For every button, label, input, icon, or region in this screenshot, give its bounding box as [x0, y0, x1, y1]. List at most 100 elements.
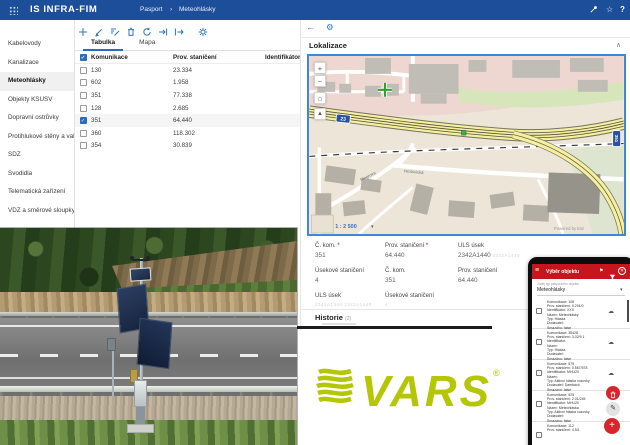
view-tabs: Tabulka Mapa — [75, 36, 300, 51]
sidebar-item[interactable]: Objekty KSUSV — [0, 91, 74, 110]
back-icon[interactable]: ← — [306, 22, 315, 32]
tab-tabulka[interactable]: Tabulka — [83, 36, 123, 51]
item-checkbox[interactable] — [536, 308, 542, 314]
item-checkbox[interactable] — [536, 401, 542, 407]
field-value[interactable]: 64.440 — [385, 252, 460, 259]
gravel-strip — [0, 396, 297, 422]
row-checkbox-checked[interactable]: ✓ — [80, 117, 87, 124]
breadcrumb-meteohlasky[interactable]: Meteohlásky — [179, 6, 216, 13]
pin-icon[interactable] — [589, 5, 598, 17]
sync-cloud-icon[interactable]: ☁ — [608, 370, 614, 377]
export-arrow-icon[interactable] — [158, 24, 168, 34]
field-c-kom-2: Č. kom. 351 — [385, 268, 460, 284]
field-value[interactable]: 4 — [315, 277, 390, 284]
cell-staniceni: 77.338 — [173, 92, 265, 99]
tab-mapa[interactable]: Mapa — [131, 36, 163, 51]
close-icon[interactable]: ✕ — [618, 267, 626, 275]
table-row[interactable]: 360118.302 — [75, 127, 300, 140]
pasport-sidebar: Kabelovody Kanalizace Meteohlásky Objekt… — [0, 20, 75, 230]
mobile-app-overlay: ≡ Výběr objektu ⚑ ✕ Zadej typ pasportníh… — [528, 257, 630, 445]
table-row[interactable]: 13023.334 — [75, 64, 300, 77]
sidebar-item[interactable]: Kabelovody — [0, 35, 74, 54]
breadcrumb-pasport[interactable]: Pasport — [140, 6, 162, 13]
station-marker[interactable] — [462, 131, 466, 135]
filter-icon[interactable] — [609, 268, 616, 286]
extend-arrow-icon[interactable] — [174, 24, 184, 34]
field-value[interactable]: 351 — [385, 277, 460, 284]
column-prov-staniceni[interactable]: Prov. staničení — [173, 54, 265, 61]
app-launcher-waffle-icon[interactable] — [9, 6, 18, 15]
row-checkbox[interactable] — [80, 105, 87, 112]
solar-panel-lower — [136, 318, 172, 369]
delete-icon[interactable] — [126, 24, 136, 34]
sidebar-item[interactable]: SDZ — [0, 146, 74, 165]
column-identifikator[interactable]: Identifikátor — [265, 54, 300, 61]
select-all-checkbox[interactable]: ✓ — [80, 54, 87, 61]
phone-list-item[interactable]: Komunikace: 35428Prov. staničení: 3.02/9… — [532, 329, 630, 360]
item-checkbox[interactable] — [536, 432, 542, 438]
sidebar-item[interactable]: Svodidla — [0, 165, 74, 184]
field-value[interactable]: 64.440 — [458, 277, 533, 284]
row-checkbox[interactable] — [80, 92, 87, 99]
sidebar-item[interactable]: Telematická zařízení — [0, 183, 74, 202]
help-icon[interactable]: ? — [620, 5, 625, 15]
zoom-in-button[interactable]: + — [314, 62, 326, 74]
edge-line-bottom — [0, 377, 297, 379]
add-icon[interactable] — [78, 24, 88, 34]
cell-staniceni: 118.302 — [173, 130, 265, 137]
map-widget[interactable]: 23 351 Riegrova Hrotovická 1 : 2 500 ▾ P… — [307, 54, 626, 236]
scrollbar[interactable] — [627, 300, 629, 322]
map-canvas[interactable]: 23 351 Riegrova Hrotovická 1 : 2 500 ▾ P… — [309, 56, 624, 234]
dropdown-caret-icon[interactable]: ▾ — [620, 287, 623, 293]
row-checkbox[interactable] — [80, 67, 87, 74]
table-row[interactable]: 1282.685 — [75, 102, 300, 115]
favorite-star-icon[interactable]: ☆ — [606, 5, 613, 15]
table-row[interactable]: 35430.839 — [75, 140, 300, 153]
pole-base — [136, 407, 145, 425]
sidebar-item[interactable]: VDZ a směrové sloupky — [0, 202, 74, 221]
phone-list-item[interactable]: Komunikace: 108Prov. staničení: 0.291/0I… — [532, 298, 630, 329]
cell-komunikace: 602 — [91, 79, 173, 86]
settings-gear-icon[interactable] — [198, 24, 208, 34]
field-value[interactable]: 2342A1440 — [458, 252, 491, 259]
sync-cloud-icon[interactable]: ☁ — [608, 339, 614, 346]
compass-button[interactable]: ▲ — [314, 108, 326, 120]
table-row[interactable]: 6021.958 — [75, 77, 300, 90]
object-type-select[interactable]: Meteohlásky — [537, 287, 565, 293]
cell-komunikace: 351 — [91, 92, 173, 99]
small-sign — [107, 338, 116, 351]
home-extent-button[interactable]: ⌂ — [314, 92, 326, 104]
history-section-title[interactable]: Historie (2) — [315, 313, 351, 322]
column-komunikace[interactable]: Komunikace — [91, 54, 173, 61]
road-shield-23: 23 — [336, 114, 351, 123]
sidebar-item[interactable]: Dopravní ostrůvky — [0, 109, 74, 128]
zoom-out-button[interactable]: − — [314, 75, 326, 87]
row-checkbox[interactable] — [80, 79, 87, 86]
row-checkbox[interactable] — [80, 142, 87, 149]
sync-cloud-icon[interactable]: ☁ — [608, 308, 614, 315]
panel-settings-gear-icon[interactable]: ⚙ — [326, 22, 334, 32]
bulk-edit-icon[interactable] — [110, 24, 120, 34]
refresh-icon[interactable] — [142, 24, 152, 34]
phone-screen: ≡ Výběr objektu ⚑ ✕ Zadej typ pasportníh… — [532, 264, 630, 445]
registered-trademark: ® — [493, 368, 500, 378]
edit-fab-button[interactable]: ✎ — [606, 402, 620, 416]
collapse-chevron-icon[interactable]: ∧ — [616, 41, 621, 49]
panel-divider — [300, 20, 301, 330]
breadcrumb-separator-icon: › — [170, 6, 172, 13]
delete-fab-button[interactable] — [606, 386, 620, 400]
add-fab-button[interactable]: + — [604, 418, 620, 434]
hamburger-menu-icon[interactable]: ≡ — [535, 267, 539, 274]
sidebar-item-selected[interactable]: Meteohlásky — [0, 72, 74, 91]
item-checkbox[interactable] — [536, 370, 542, 376]
sidebar-item[interactable]: Protihlukové stěny a valy — [0, 128, 74, 147]
flag-icon[interactable]: ⚑ — [599, 268, 603, 274]
table-row-selected[interactable]: ✓35164.440 — [75, 114, 300, 127]
table-row[interactable]: 35177.338 — [75, 89, 300, 102]
item-checkbox[interactable] — [536, 339, 542, 345]
map-scale[interactable]: 1 : 2 500 — [335, 224, 357, 230]
edit-icon[interactable] — [94, 24, 104, 34]
sidebar-item[interactable]: Kanalizace — [0, 54, 74, 73]
row-checkbox[interactable] — [80, 130, 87, 137]
field-value[interactable]: 351 — [315, 252, 390, 259]
